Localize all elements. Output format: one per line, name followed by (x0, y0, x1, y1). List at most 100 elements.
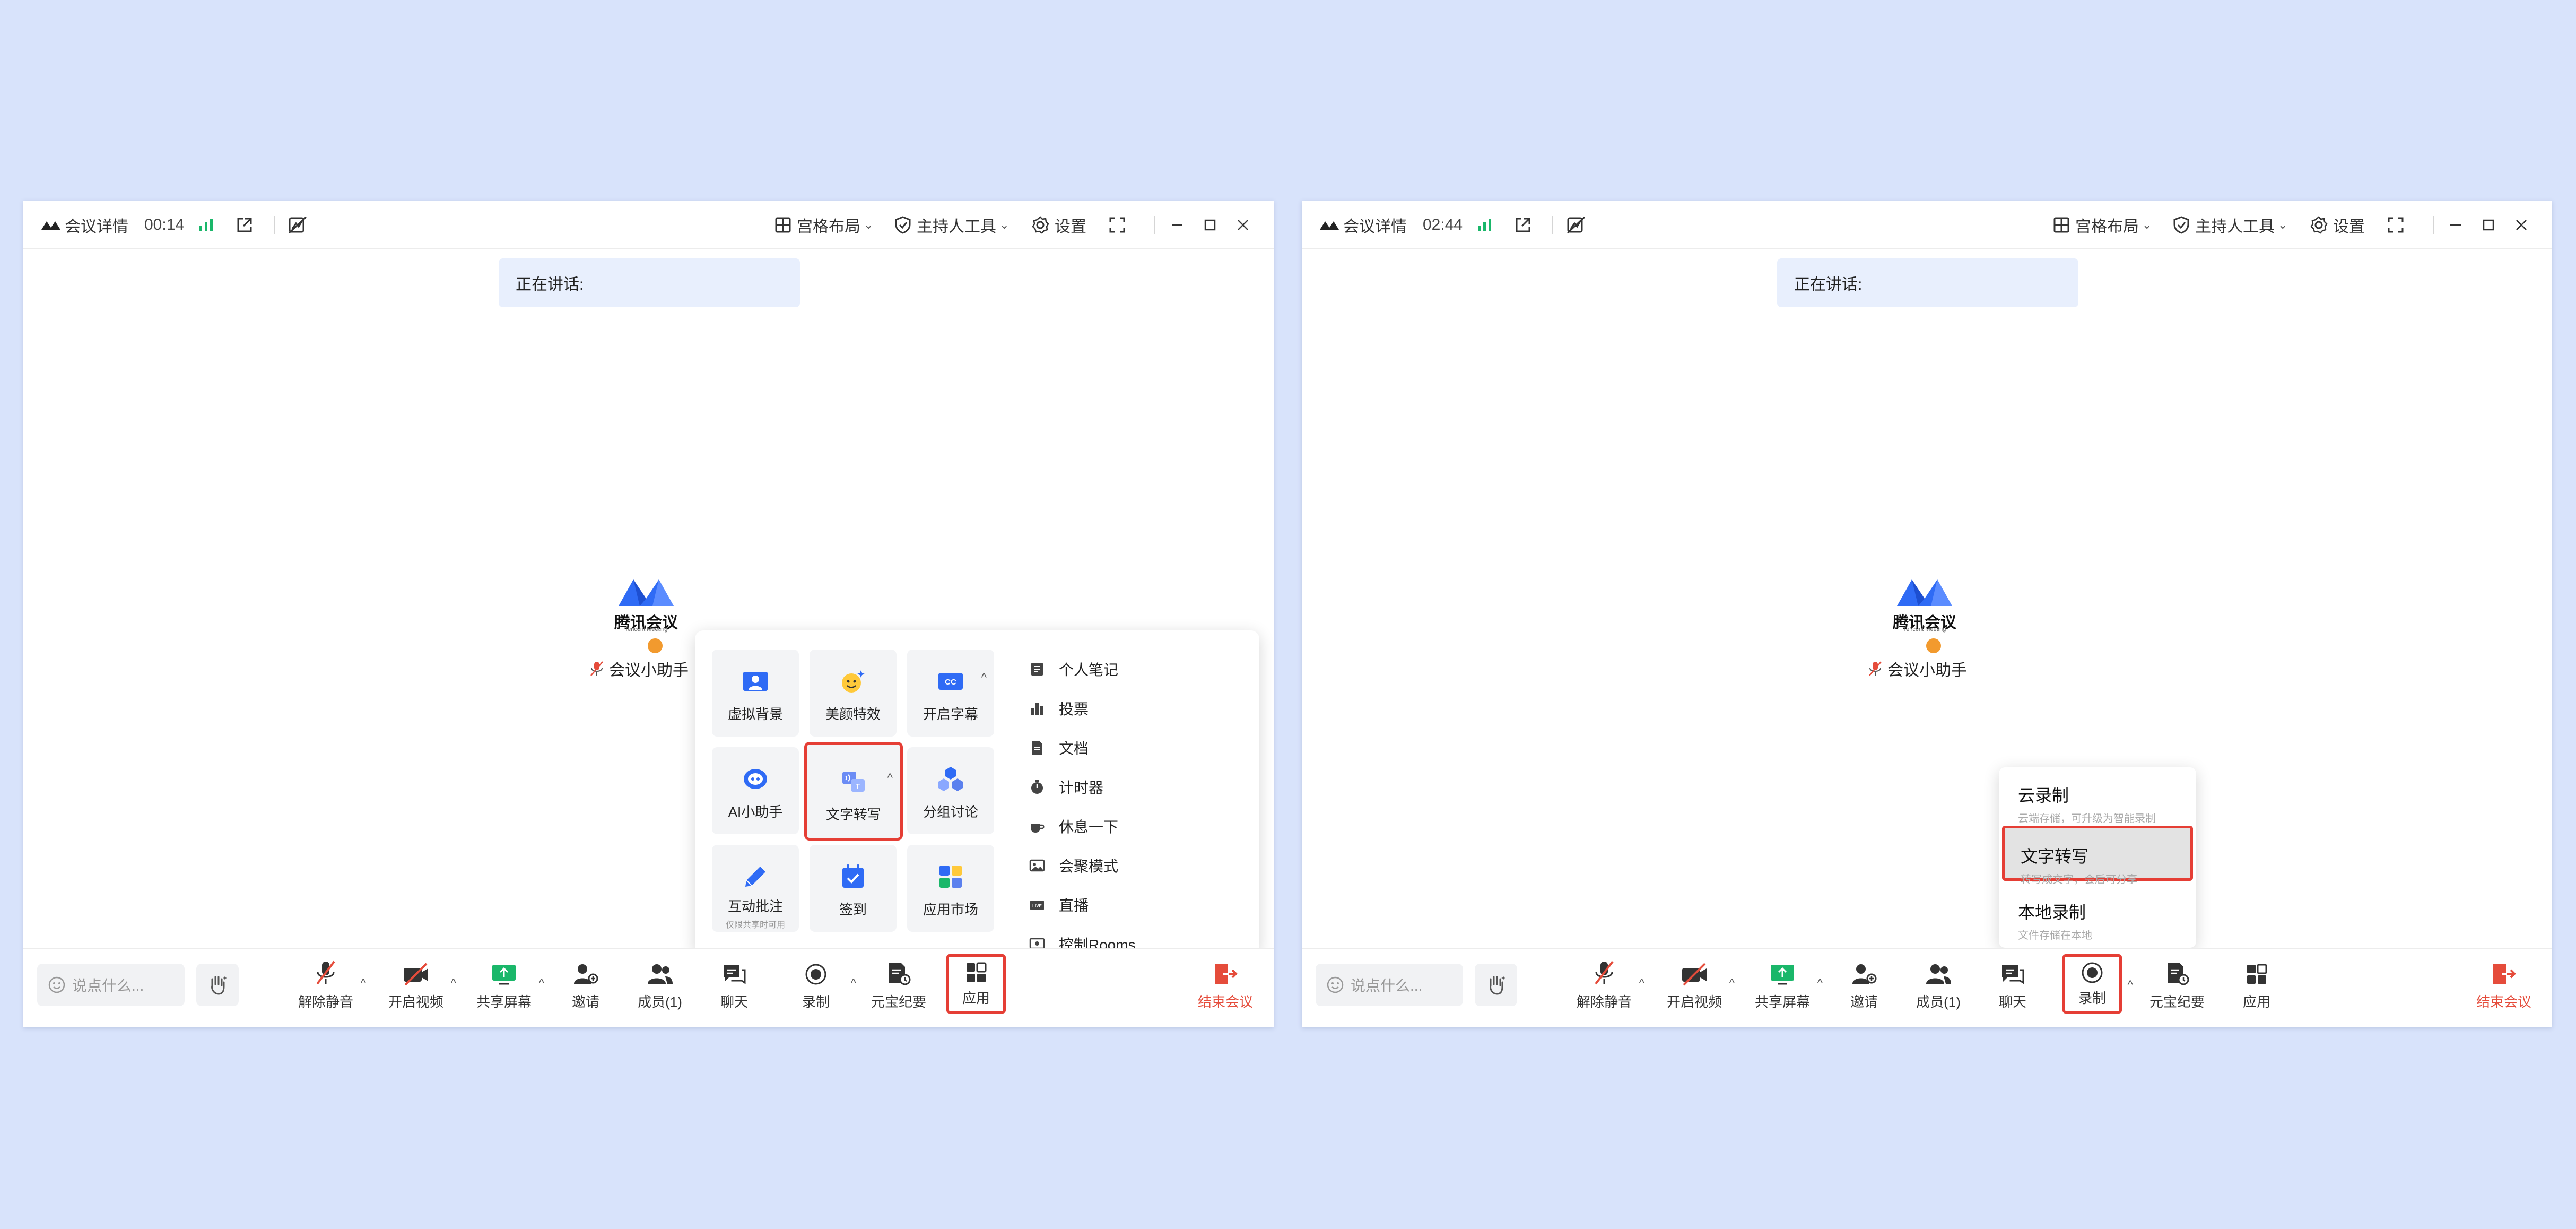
gallery-layout-button[interactable]: 宫格布局 ⌄ (2053, 201, 2152, 249)
svg-text:CC: CC (945, 678, 956, 687)
chat-input[interactable]: 说点什么... (1316, 964, 1463, 1006)
signal-icon[interactable] (1477, 201, 1493, 249)
participant-tile[interactable]: 腾讯会议 Tencent Meeting 会议小助手 (590, 564, 700, 680)
network-info-icon[interactable] (1566, 201, 1586, 249)
maximize-icon[interactable] (1203, 201, 1217, 249)
tool-label: 聊天 (720, 994, 748, 1010)
app-tile-captions[interactable]: CC 开启字幕 ^ (907, 650, 994, 737)
settings-button[interactable]: 设置 (2310, 201, 2365, 249)
record-option-title: 本地录制 (2018, 903, 2086, 922)
host-tools-button[interactable]: 主持人工具 ⌄ (894, 201, 1009, 249)
app-item-personal-notes[interactable]: 个人笔记 (1029, 650, 1252, 689)
app-item-take-a-break[interactable]: 休息一下 (1029, 807, 1252, 846)
yuanbao-notes-button[interactable]: 元宝纪要 (2145, 955, 2209, 1015)
raise-hand-button[interactable] (1475, 964, 1517, 1006)
record-option-local[interactable]: 本地录制 文件存储在本地 (1999, 884, 2196, 941)
app-tile-transcription[interactable]: T 文字转写 ^ (804, 742, 903, 841)
chat-button[interactable]: 聊天 (702, 955, 766, 1015)
chevron-up-icon[interactable]: ^ (1817, 976, 1823, 990)
minimize-icon[interactable] (2449, 201, 2462, 249)
app-tile-breakout-rooms[interactable]: 分组讨论 (907, 747, 994, 834)
meeting-details-link[interactable]: 会议详情 (1343, 201, 1407, 249)
record-option-transcription[interactable]: 文字转写 转写成文字，会后可分享 (2002, 826, 2193, 886)
unmute-button[interactable]: 解除静音 ^ (1572, 955, 1644, 1015)
start-video-button[interactable]: 开启视频 ^ (384, 955, 456, 1015)
app-tile-virtual-background[interactable]: 虚拟背景 (712, 650, 799, 737)
grid-layout-icon (775, 217, 791, 233)
network-info-icon[interactable] (288, 201, 308, 249)
app-item-live[interactable]: LIVE 直播 (1029, 885, 1252, 924)
share-screen-button[interactable]: 共享屏幕 ^ (1751, 955, 1823, 1015)
title-divider (274, 216, 275, 234)
app-item-documents[interactable]: 文档 (1029, 728, 1252, 767)
gallery-layout-button[interactable]: 宫格布局 ⌄ (774, 201, 873, 249)
record-option-title: 文字转写 (2021, 847, 2089, 866)
popout-icon[interactable] (1514, 201, 1532, 249)
yuanbao-notes-button[interactable]: 元宝纪要 (867, 955, 930, 1015)
app-tile-annotation[interactable]: 互动批注 仅限共享时可用 (712, 845, 799, 932)
muted-mic-icon (1595, 960, 1614, 985)
muted-mic-icon (590, 661, 603, 676)
timer-icon (1031, 780, 1043, 794)
host-tools-button[interactable]: 主持人工具 ⌄ (2173, 201, 2287, 249)
chevron-up-icon[interactable]: ^ (1729, 976, 1735, 990)
chevron-up-icon[interactable]: ^ (1639, 976, 1644, 990)
chevron-up-icon[interactable]: ^ (851, 976, 856, 990)
tile-label: 互动批注 (727, 898, 783, 914)
participant-name-label: 会议小助手 (1887, 662, 1967, 679)
close-icon[interactable] (2514, 201, 2528, 249)
record-button[interactable]: 录制 ^ (784, 955, 856, 1015)
chevron-up-icon[interactable]: ^ (2128, 978, 2133, 992)
app-item-poll[interactable]: 投票 (1029, 689, 1252, 728)
record-button[interactable]: 录制 ^ (2062, 954, 2133, 1014)
chat-placeholder: 说点什么... (1351, 977, 1423, 994)
members-icon (648, 964, 673, 984)
chevron-up-icon[interactable]: ^ (887, 771, 893, 785)
invite-button[interactable]: 邀请 (1832, 955, 1896, 1015)
app-tile-check-in[interactable]: 签到 (810, 845, 897, 932)
beauty-face-icon (842, 670, 865, 693)
document-icon (1032, 741, 1042, 755)
chevron-up-icon[interactable]: ^ (539, 976, 544, 990)
app-item-together-mode[interactable]: 会聚模式 (1029, 846, 1252, 885)
fullscreen-icon[interactable] (2387, 201, 2404, 249)
apps-button[interactable]: 应用 (2225, 955, 2288, 1015)
chevron-down-icon: ⌄ (2278, 218, 2288, 231)
tile-sublabel: 仅限共享时可用 (725, 921, 785, 930)
raise-hand-button[interactable] (196, 964, 239, 1006)
apps-button[interactable]: 应用 (946, 954, 1006, 1014)
tool-label: 成员(1) (638, 994, 682, 1010)
participant-name-label: 会议小助手 (609, 662, 689, 679)
chevron-up-icon[interactable]: ^ (451, 976, 456, 990)
end-meeting-button[interactable]: 结束会议 (2467, 955, 2541, 1015)
chat-button[interactable]: 聊天 (1981, 955, 2044, 1015)
unmute-button[interactable]: 解除静音 ^ (294, 955, 366, 1015)
app-item-timer[interactable]: 计时器 (1029, 767, 1252, 807)
end-meeting-button[interactable]: 结束会议 (1188, 955, 1263, 1015)
participant-tile[interactable]: 腾讯会议 Tencent Meeting 会议小助手 (1869, 564, 1979, 680)
meeting-details-link[interactable]: 会议详情 (65, 201, 128, 249)
gear-icon (1032, 216, 1049, 234)
chat-input[interactable]: 说点什么... (37, 964, 185, 1006)
members-button[interactable]: 成员(1) (628, 955, 692, 1015)
start-video-button[interactable]: 开启视频 ^ (1663, 955, 1735, 1015)
close-icon[interactable] (1236, 201, 1250, 249)
share-screen-button[interactable]: 共享屏幕 ^ (472, 955, 544, 1015)
app-tile-ai-assistant[interactable]: AI小助手 (712, 747, 799, 834)
chevron-up-icon[interactable]: ^ (361, 976, 366, 990)
maximize-icon[interactable] (2482, 201, 2495, 249)
fullscreen-icon[interactable] (1109, 201, 1126, 249)
record-option-cloud[interactable]: 云录制 云端存储，可升级为智能录制 (1999, 767, 2196, 825)
settings-button[interactable]: 设置 (1031, 201, 1086, 249)
minimize-icon[interactable] (1170, 201, 1184, 249)
app-tile-beauty-effects[interactable]: 美颜特效 (810, 650, 897, 737)
popout-icon[interactable] (236, 201, 254, 249)
members-button[interactable]: 成员(1) (1907, 955, 1970, 1015)
gallery-layout-label: 宫格布局 (797, 218, 860, 236)
signal-icon[interactable] (198, 201, 214, 249)
app-tile-app-market[interactable]: 应用市场 (907, 845, 994, 932)
logo-subtext: Tencent Meeting (624, 626, 668, 633)
chevron-up-icon[interactable]: ^ (981, 671, 987, 685)
members-icon (1926, 964, 1951, 984)
invite-button[interactable]: 邀请 (554, 955, 617, 1015)
